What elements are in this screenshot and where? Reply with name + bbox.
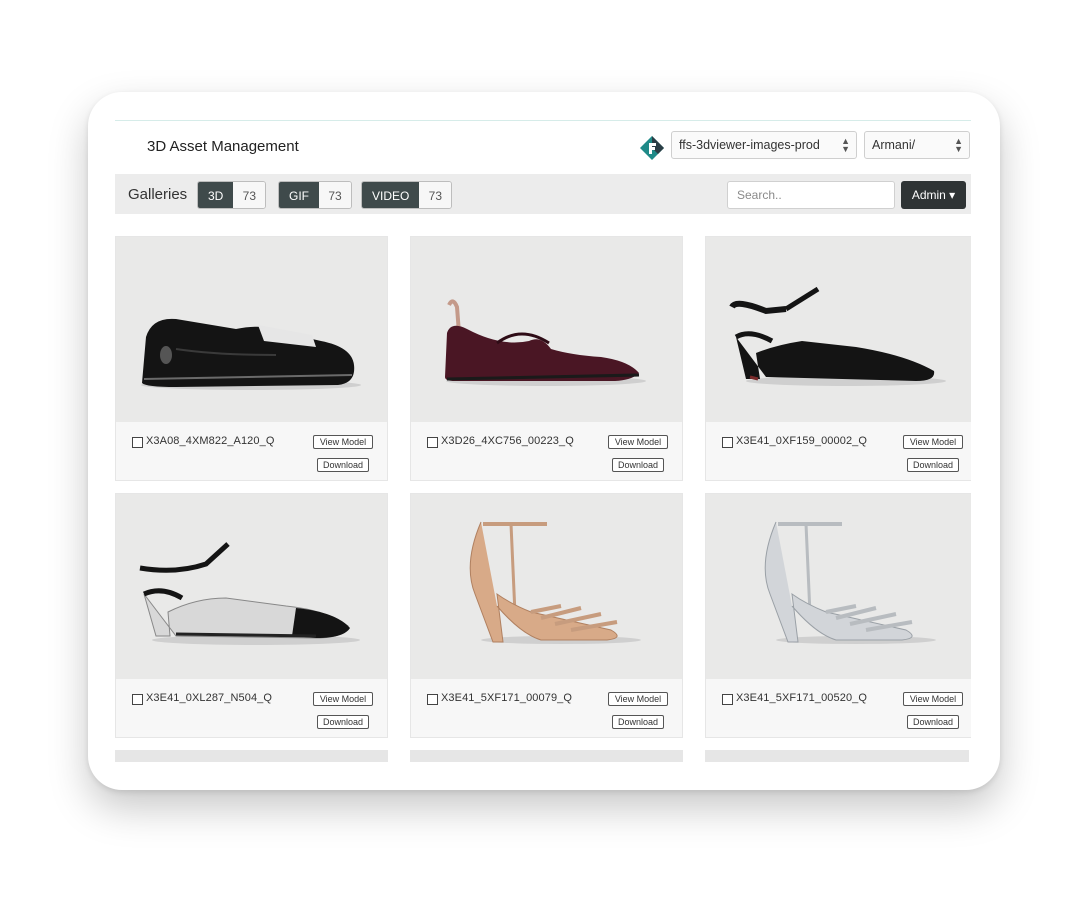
galleries-label: Galleries [128,186,188,203]
tab-gif-count: 73 [319,182,351,208]
shoe-clear-slingback-image [139,542,360,645]
bucket-select-value: ffs-3dviewer-images-prod [679,138,820,152]
tab-gif-label: GIF [279,182,319,208]
asset-card: X3A08_4XM822_A120_Q View Model Download [115,236,388,481]
tab-gif[interactable]: GIF 73 [278,181,352,209]
view-model-button[interactable]: View Model [608,692,668,706]
view-model-button[interactable]: View Model [903,435,963,449]
select-checkbox[interactable] [427,694,438,705]
asset-code: X3E41_5XF171_00079_Q [441,692,573,704]
asset-thumbnail[interactable] [116,494,387,679]
asset-info: X3E41_0XL287_N504_Q View Model Download [116,679,387,737]
asset-thumbnail[interactable] [411,237,682,422]
select-arrows-icon: ▲ ▼ [954,136,963,154]
asset-card-peek [410,750,683,762]
asset-code: X3A08_4XM822_A120_Q [146,435,275,447]
tab-video-label: VIDEO [362,182,420,208]
app-screen: 3D Asset Management ffs-3dviewer-images-… [115,120,971,762]
download-button[interactable]: Download [612,458,664,472]
select-checkbox[interactable] [427,437,438,448]
view-model-button[interactable]: View Model [608,435,668,449]
download-button[interactable]: Download [907,715,959,729]
tab-video-count: 73 [419,182,452,208]
asset-info: X3E41_5XF171_00520_Q View Model Download [706,679,971,737]
asset-code: X3E41_0XF159_00002_Q [736,435,868,447]
view-model-button[interactable]: View Model [313,435,373,449]
view-model-button[interactable]: View Model [903,692,963,706]
shoe-rosegold-heel-image [469,521,641,644]
asset-card-peek [705,750,969,762]
shoe-flat-image [445,299,646,386]
top-bar: 3D Asset Management ffs-3dviewer-images-… [115,120,971,174]
shoe-silver-heel-image [764,521,936,644]
download-button[interactable]: Download [317,715,369,729]
shoe-loafer-image [141,318,361,390]
brand-select-value: Armani/ [872,138,916,152]
asset-info: X3D26_4XC756_00223_Q View Model Download [411,422,682,480]
download-button[interactable]: Download [907,458,959,472]
brand-logo-icon [640,136,664,160]
asset-info: X3E41_0XF159_00002_Q View Model Download [706,422,971,480]
shoe-slingback-image [729,286,946,386]
app-title: 3D Asset Management [147,138,299,155]
select-checkbox[interactable] [132,694,143,705]
asset-thumbnail[interactable] [706,494,971,679]
asset-card-peek [115,750,388,762]
tab-video[interactable]: VIDEO 73 [361,181,453,209]
asset-card: X3E41_5XF171_00520_Q View Model Download [705,493,971,738]
asset-info: X3E41_5XF171_00079_Q View Model Download [411,679,682,737]
select-checkbox[interactable] [722,437,733,448]
select-arrows-icon: ▲ ▼ [841,136,850,154]
tablet-frame: 3D Asset Management ffs-3dviewer-images-… [88,92,1000,790]
admin-dropdown-button[interactable]: Admin ▾ [901,181,966,209]
asset-thumbnail[interactable] [411,494,682,679]
select-checkbox[interactable] [722,694,733,705]
asset-thumbnail[interactable] [706,237,971,422]
tab-3d-count: 73 [233,182,266,208]
gallery-toolbar: Galleries 3D 73 GIF 73 VIDEO 73 Admin ▾ [115,174,971,214]
brand-select[interactable]: Armani/ ▲ ▼ [864,131,970,159]
tab-3d[interactable]: 3D 73 [197,181,267,209]
asset-code: X3E41_0XL287_N504_Q [146,692,273,704]
asset-card: X3E41_0XL287_N504_Q View Model Download [115,493,388,738]
select-checkbox[interactable] [132,437,143,448]
asset-info: X3A08_4XM822_A120_Q View Model Download [116,422,387,480]
view-model-button[interactable]: View Model [313,692,373,706]
asset-thumbnail[interactable] [116,237,387,422]
asset-card: X3E41_5XF171_00079_Q View Model Download [410,493,683,738]
asset-card: X3E41_0XF159_00002_Q View Model Download [705,236,971,481]
asset-code: X3E41_5XF171_00520_Q [736,692,868,704]
asset-card: X3D26_4XC756_00223_Q View Model Download [410,236,683,481]
search-input[interactable] [727,181,895,209]
download-button[interactable]: Download [612,715,664,729]
download-button[interactable]: Download [317,458,369,472]
asset-code: X3D26_4XC756_00223_Q [441,435,574,447]
tab-3d-label: 3D [198,182,234,208]
bucket-select[interactable]: ffs-3dviewer-images-prod ▲ ▼ [671,131,857,159]
